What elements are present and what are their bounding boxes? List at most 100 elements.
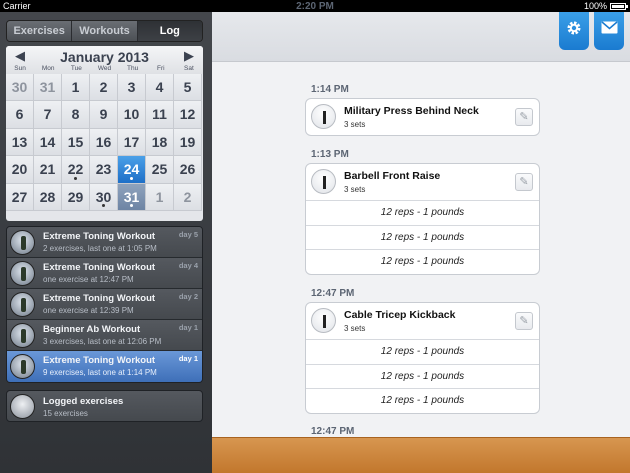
calendar-day[interactable]: 1 bbox=[62, 74, 90, 102]
workout-day: day 4 bbox=[178, 261, 198, 270]
workout-item[interactable]: Beginner Ab Workout 3 exercises, last one… bbox=[7, 320, 202, 351]
calendar-day[interactable]: 9 bbox=[90, 101, 118, 129]
workout-summary: 3 exercises, last one at 12:06 PM bbox=[43, 337, 162, 346]
calendar-day[interactable]: 29 bbox=[62, 183, 90, 211]
sidebar: Exercises Workouts Log ◀ January 2013 ▶ … bbox=[0, 12, 212, 473]
calendar-day[interactable]: 22 bbox=[62, 156, 90, 184]
calendar-day[interactable]: 31 bbox=[118, 183, 146, 211]
pencil-icon[interactable]: ✎ bbox=[515, 108, 533, 126]
logged-exercises-item[interactable]: Logged exercises 15 exercises bbox=[6, 390, 203, 422]
calendar-day[interactable]: 26 bbox=[174, 156, 202, 184]
tab-workouts[interactable]: Workouts bbox=[72, 21, 138, 41]
calendar-day[interactable]: 2 bbox=[90, 74, 118, 102]
calendar-day[interactable]: 27 bbox=[6, 183, 34, 211]
calendar-day-number: 24 bbox=[123, 161, 140, 178]
workout-summary: one exercise at 12:47 PM bbox=[43, 275, 134, 284]
calendar-day-number: 16 bbox=[95, 133, 112, 150]
workout-avatar bbox=[10, 261, 35, 286]
exercise-thumbnail bbox=[311, 104, 336, 129]
exercise-card-header[interactable]: Military Press Behind Neck 3 sets ✎ bbox=[306, 99, 539, 135]
calendar-day[interactable]: 8 bbox=[62, 101, 90, 129]
calendar-day-number: 3 bbox=[127, 79, 136, 95]
activity-dot bbox=[74, 176, 77, 180]
settings-button[interactable] bbox=[559, 12, 589, 50]
calendar: ◀ January 2013 ▶ Sun Mon Tue Wed Thu Fri Sat 3… bbox=[6, 46, 203, 221]
calendar-day-number: 26 bbox=[179, 161, 196, 178]
workout-avatar bbox=[10, 292, 35, 317]
calendar-day[interactable]: 2 bbox=[174, 183, 202, 211]
calendar-day-number: 1 bbox=[71, 79, 80, 95]
exercise-sets: 3 sets bbox=[344, 185, 366, 194]
calendar-day[interactable]: 13 bbox=[6, 128, 34, 157]
mail-button[interactable] bbox=[594, 12, 624, 50]
clock: 2:20 PM bbox=[296, 1, 334, 12]
exercise-card: Military Press Behind Neck 3 sets ✎ bbox=[305, 98, 540, 136]
workout-item[interactable]: Extreme Toning Workout 9 exercises, last … bbox=[7, 351, 202, 382]
exercise-name: Barbell Front Raise bbox=[344, 170, 441, 182]
entry-time: 12:47 PM bbox=[311, 288, 355, 299]
calendar-day[interactable]: 1 bbox=[146, 183, 174, 211]
calendar-day[interactable]: 6 bbox=[6, 101, 34, 129]
calendar-day[interactable]: 5 bbox=[174, 74, 202, 102]
calendar-day[interactable]: 7 bbox=[34, 101, 62, 129]
calendar-day[interactable]: 25 bbox=[146, 156, 174, 184]
calendar-grid: 30 31 1 2 3 4 5 6 7 8 9 10 11 12 13 14 15 16 17 18 19 20 21 22 2… bbox=[6, 74, 203, 211]
calendar-day[interactable]: 11 bbox=[146, 101, 174, 129]
calendar-day[interactable]: 30 bbox=[90, 183, 118, 211]
workout-item[interactable]: Extreme Toning Workout 2 exercises, last … bbox=[7, 227, 202, 258]
tab-exercises[interactable]: Exercises bbox=[7, 21, 73, 41]
set-row[interactable]: 12 reps - 1 pounds bbox=[306, 249, 539, 274]
calendar-day-number: 25 bbox=[151, 161, 168, 178]
calendar-day[interactable]: 21 bbox=[34, 156, 62, 184]
calendar-day[interactable]: 4 bbox=[146, 74, 174, 102]
next-month-icon[interactable]: ▶ bbox=[180, 48, 198, 64]
calendar-day-number: 9 bbox=[99, 106, 108, 123]
logged-exercises-title: Logged exercises bbox=[43, 396, 124, 407]
calendar-day[interactable]: 23 bbox=[90, 156, 118, 184]
top-toolbar bbox=[212, 12, 630, 62]
set-row[interactable]: 12 reps - 1 pounds bbox=[306, 363, 539, 389]
exercise-card-header[interactable]: Cable Tricep Kickback 3 sets ✎ bbox=[306, 303, 539, 339]
workout-avatar bbox=[10, 230, 35, 255]
calendar-day[interactable]: 31 bbox=[34, 74, 62, 102]
tab-log[interactable]: Log bbox=[137, 21, 202, 41]
pencil-icon[interactable]: ✎ bbox=[515, 312, 533, 330]
set-row[interactable]: 12 reps - 1 pounds bbox=[306, 388, 539, 413]
calendar-day-number: 27 bbox=[11, 188, 28, 205]
calendar-day-number: 21 bbox=[39, 161, 56, 178]
set-row[interactable]: 12 reps - 1 pounds bbox=[306, 339, 539, 364]
calendar-day[interactable]: 12 bbox=[174, 101, 202, 129]
weekday-label: Sat bbox=[184, 65, 194, 72]
calendar-day-number: 30 bbox=[11, 79, 28, 95]
calendar-day[interactable]: 16 bbox=[90, 128, 118, 157]
calendar-day-number: 14 bbox=[39, 133, 56, 150]
calendar-day[interactable]: 24 bbox=[118, 156, 146, 184]
workout-summary: 2 exercises, last one at 1:05 PM bbox=[43, 244, 157, 253]
calendar-header: ◀ January 2013 ▶ Sun Mon Tue Wed Thu Fri Sat bbox=[6, 46, 203, 74]
set-row[interactable]: 12 reps - 1 pounds bbox=[306, 200, 539, 225]
workout-item[interactable]: Extreme Toning Workout one exercise at 12… bbox=[7, 289, 202, 320]
calendar-day-number: 23 bbox=[95, 161, 112, 178]
calendar-day[interactable]: 18 bbox=[146, 128, 174, 157]
pencil-icon[interactable]: ✎ bbox=[515, 173, 533, 191]
activity-dot bbox=[130, 203, 133, 207]
calendar-day[interactable]: 28 bbox=[34, 183, 62, 211]
exercise-card-header[interactable]: Barbell Front Raise 3 sets ✎ bbox=[306, 164, 539, 200]
workout-title: Extreme Toning Workout bbox=[43, 293, 156, 304]
calendar-day[interactable]: 20 bbox=[6, 156, 34, 184]
calendar-day-number: 19 bbox=[179, 133, 196, 150]
set-row[interactable]: 12 reps - 1 pounds bbox=[306, 224, 539, 250]
calendar-day[interactable]: 15 bbox=[62, 128, 90, 157]
calendar-day[interactable]: 19 bbox=[174, 128, 202, 157]
calendar-day[interactable]: 3 bbox=[118, 74, 146, 102]
workout-item[interactable]: Extreme Toning Workout one exercise at 12… bbox=[7, 258, 202, 289]
calendar-day[interactable]: 17 bbox=[118, 128, 146, 157]
workout-title: Extreme Toning Workout bbox=[43, 231, 156, 242]
calendar-day[interactable]: 10 bbox=[118, 101, 146, 129]
calendar-day[interactable]: 30 bbox=[6, 74, 34, 102]
weekday-label: Thu bbox=[127, 65, 139, 72]
calendar-day-number: 5 bbox=[183, 79, 192, 95]
calendar-day[interactable]: 14 bbox=[34, 128, 62, 157]
workout-avatar bbox=[10, 323, 35, 348]
status-bar: Carrier 2:20 PM 100% bbox=[0, 0, 630, 12]
